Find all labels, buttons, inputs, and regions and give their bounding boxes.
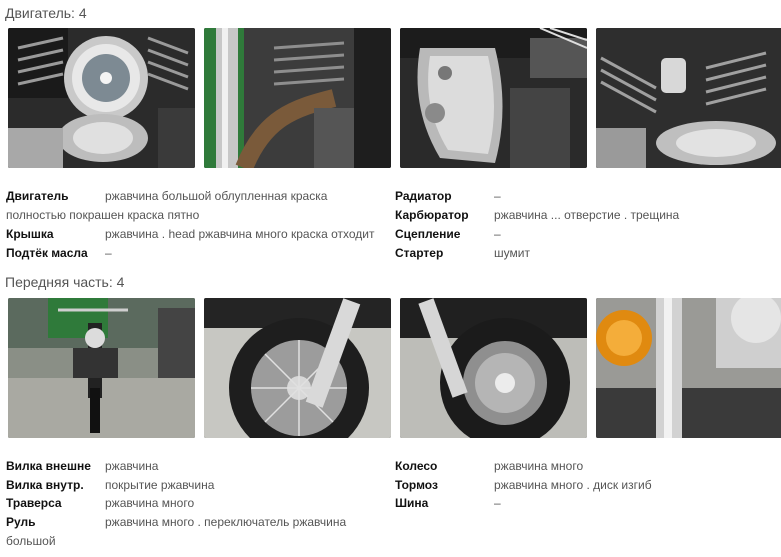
engine-chrome-cover-photo (400, 28, 587, 168)
front-brake-disc-photo (400, 298, 587, 438)
spec-row-cover: Крышка ржавчина . head ржавчина много кр… (6, 225, 386, 244)
engine-section-title: Двигатель: 4 (5, 5, 87, 21)
spec-value: ржавчина (105, 459, 159, 473)
spec-label: Крышка (6, 227, 54, 241)
spec-value: ржавчина много (494, 459, 584, 473)
engine-exhaust-pipe-photo (204, 28, 391, 168)
front-photo-4[interactable] (596, 298, 781, 438)
engine-photo-3[interactable] (400, 28, 587, 168)
spec-label: Тормоз (395, 478, 438, 492)
spec-row-oil-leak: Подтёк масла – (6, 244, 386, 263)
spec-value: покрытие ржавчина (105, 478, 215, 492)
spec-value: – (494, 189, 501, 203)
spec-row-starter: Стартер шумит (395, 244, 775, 263)
spec-value: ржавчина большой облупленная краска (105, 189, 328, 203)
spec-row-tire: Шина – (395, 494, 775, 513)
spec-row-wheel: Колесо ржавчина много (395, 457, 775, 476)
spec-value: – (494, 227, 501, 241)
spec-row-fork-inner: Вилка внутр. покрытие ржавчина (6, 476, 386, 495)
spec-label: Подтёк масла (6, 246, 88, 260)
spec-label: Радиатор (395, 189, 452, 203)
spec-row-brake: Тормоз ржавчина много . диск изгиб (395, 476, 775, 495)
spec-value: ржавчина ... отверстие . трещина (494, 208, 680, 222)
engine-photo-1[interactable] (8, 28, 195, 168)
front-photo-2[interactable] (204, 298, 391, 438)
front-photo-3[interactable] (400, 298, 587, 438)
spec-label: Траверса (6, 496, 62, 510)
spec-value: – (494, 496, 501, 510)
spec-label: Руль (6, 515, 36, 529)
spec-value: – (105, 246, 112, 260)
spec-row-engine: Двигатель ржавчина большой облупленная к… (6, 187, 386, 206)
motorcycle-front-view-photo (8, 298, 195, 438)
spec-label: Карбюратор (395, 208, 469, 222)
spec-value: ржавчина много . диск изгиб (494, 478, 652, 492)
spec-label: Сцепление (395, 227, 461, 241)
spec-value: ржавчина много . переключатель ржавчина (105, 515, 347, 529)
spec-label: Шина (395, 496, 429, 510)
front-photo-1[interactable] (8, 298, 195, 438)
spec-label: Стартер (395, 246, 444, 260)
spec-row-handlebar: Руль ржавчина много . переключатель ржав… (6, 513, 386, 532)
spec-row-triple-clamp: Траверса ржавчина много (6, 494, 386, 513)
spec-label: Двигатель (6, 189, 69, 203)
spec-value-continuation: полностью покрашен краска пятно (6, 208, 200, 222)
turn-signal-fork-photo (596, 298, 781, 438)
spec-row-radiator: Радиатор – (395, 187, 775, 206)
spec-row-carburetor: Карбюратор ржавчина ... отверстие . трещ… (395, 206, 775, 225)
spec-label: Вилка внутр. (6, 478, 84, 492)
spec-row-fork-outer: Вилка внешне ржавчина (6, 457, 386, 476)
front-section-title: Передняя часть: 4 (5, 274, 125, 290)
spec-value-continuation: большой (6, 534, 56, 548)
front-wheel-tire-photo (204, 298, 391, 438)
engine-cylinder-fins-photo (596, 28, 781, 168)
engine-photo-2[interactable] (204, 28, 391, 168)
spec-value: ржавчина много (105, 496, 195, 510)
engine-chrome-air-cleaner-photo (8, 28, 195, 168)
spec-label: Вилка внешне (6, 459, 91, 473)
spec-row-clutch: Сцепление – (395, 225, 775, 244)
spec-value: ржавчина . head ржавчина много краска от… (105, 227, 375, 241)
spec-label: Колесо (395, 459, 438, 473)
spec-value: шумит (494, 246, 530, 260)
engine-photo-4[interactable] (596, 28, 781, 168)
